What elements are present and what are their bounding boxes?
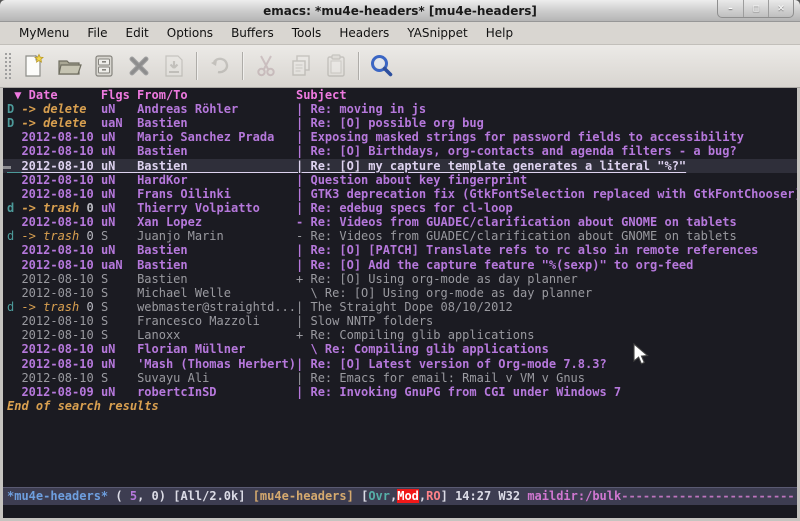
message-row[interactable]: 2012-08-10 uN 'Mash (Thomas Herbert)| Re… bbox=[3, 357, 797, 371]
new-document-icon bbox=[21, 53, 47, 79]
new-document-button[interactable] bbox=[16, 49, 51, 83]
modeline-segment: [All/2.0k] bbox=[173, 489, 252, 503]
headers-buffer: ▼ Date Flgs From/To Subject D -> delete … bbox=[3, 88, 797, 487]
close-buffer-icon bbox=[126, 53, 152, 79]
modeline-segment: , bbox=[137, 489, 151, 503]
message-row[interactable]: 2012-08-10 uaN Bastien | Re: [O] Add the… bbox=[3, 258, 797, 272]
open-folder-icon bbox=[56, 53, 82, 79]
modeline-segment: [mu4e-headers] bbox=[253, 489, 361, 503]
modeline-segment: 5 bbox=[130, 489, 137, 503]
undo-icon bbox=[207, 53, 233, 79]
message-row[interactable]: 2012-08-10 uN Bastien | Re: [O] Birthday… bbox=[3, 144, 797, 158]
menu-help[interactable]: Help bbox=[477, 23, 522, 43]
message-list: D -> delete uN Andreas Röhler | Re: movi… bbox=[3, 102, 797, 399]
menu-tools[interactable]: Tools bbox=[283, 23, 331, 43]
toolbar-grip[interactable] bbox=[3, 51, 12, 81]
close-buffer-button[interactable] bbox=[121, 49, 156, 83]
message-row[interactable]: d -> trash 0 S webmaster@straightd...| T… bbox=[3, 300, 797, 314]
modeline-segment: ) bbox=[159, 489, 173, 503]
message-row[interactable]: 2012-08-10 S Lanoxx + Re: Compiling glib… bbox=[3, 328, 797, 342]
undo-button[interactable] bbox=[202, 49, 237, 83]
message-row[interactable]: d -> trash 0 S Juanjo Marin - Re: Videos… bbox=[3, 229, 797, 243]
modeline-segment: ------------------------ bbox=[621, 489, 794, 503]
modeline-segment: 0 bbox=[152, 489, 159, 503]
fringe-indicator bbox=[3, 166, 11, 169]
toolbar bbox=[0, 45, 800, 88]
header-line[interactable]: ▼ Date Flgs From/To Subject bbox=[3, 88, 797, 102]
message-row[interactable]: 2012-08-10 uN Frans Oilinki | GTK3 depre… bbox=[3, 187, 797, 201]
modeline-segment: maildir:/bulk bbox=[527, 489, 621, 503]
save-buffer-icon bbox=[91, 53, 117, 79]
message-row[interactable]: 2012-08-10 S Michael Welle \ Re: [O] Usi… bbox=[3, 286, 797, 300]
message-row[interactable]: D -> delete uaN Bastien | Re: [O] possib… bbox=[3, 116, 797, 130]
message-row[interactable]: 2012-08-10 uN Bastien | Re: [O] my captu… bbox=[3, 159, 797, 173]
modeline-segment: RO bbox=[426, 489, 440, 503]
message-row[interactable]: 2012-08-10 uN Bastien | Re: [O] [PATCH] … bbox=[3, 243, 797, 257]
message-row[interactable]: 2012-08-10 S Bastien + Re: [O] Using org… bbox=[3, 272, 797, 286]
title-bar[interactable]: emacs: *mu4e-headers* [mu4e-headers] – ◻… bbox=[0, 0, 800, 22]
emacs-window: emacs: *mu4e-headers* [mu4e-headers] – ◻… bbox=[0, 0, 800, 521]
toolbar-separator bbox=[242, 52, 243, 80]
message-row[interactable]: 2012-08-10 uN HardKor | Question about k… bbox=[3, 173, 797, 187]
modeline-segment: ] bbox=[441, 489, 455, 503]
message-row[interactable]: 2012-08-10 uN Xan Lopez - Re: Videos fro… bbox=[3, 215, 797, 229]
save-buffer-button[interactable] bbox=[86, 49, 121, 83]
cut-icon bbox=[253, 53, 279, 79]
paste-icon bbox=[323, 53, 349, 79]
message-row[interactable]: D -> delete uN Andreas Röhler | Re: movi… bbox=[3, 102, 797, 116]
end-of-results: End of search results bbox=[3, 399, 797, 413]
search-icon bbox=[369, 53, 395, 79]
paste-button[interactable] bbox=[318, 49, 353, 83]
toolbar-separator bbox=[358, 52, 359, 80]
message-row[interactable]: 2012-08-10 S Francesco Mazzoli | Slow NN… bbox=[3, 314, 797, 328]
maximize-button[interactable]: ◻ bbox=[743, 0, 768, 17]
window-title: emacs: *mu4e-headers* [mu4e-headers] bbox=[263, 4, 537, 18]
echo-area[interactable] bbox=[3, 505, 797, 518]
menu-yasnippet[interactable]: YASnippet bbox=[398, 23, 477, 43]
menu-file[interactable]: File bbox=[78, 23, 116, 43]
minimize-button[interactable]: – bbox=[718, 0, 743, 17]
message-row[interactable]: d -> trash 0 uN Thierry Volpiatto | Re: … bbox=[3, 201, 797, 215]
close-button[interactable]: ✕ bbox=[768, 0, 793, 17]
window-controls: – ◻ ✕ bbox=[717, 0, 794, 18]
menu-buffers[interactable]: Buffers bbox=[222, 23, 283, 43]
menu-bar: MyMenuFileEditOptionsBuffersToolsHeaders… bbox=[0, 22, 800, 45]
modeline-segment: Ovr bbox=[368, 489, 390, 503]
cut-button[interactable] bbox=[248, 49, 283, 83]
toolbar-separator bbox=[196, 52, 197, 80]
message-row[interactable]: 2012-08-10 uN Mario Sanchez Prada | Expo… bbox=[3, 130, 797, 144]
search-button[interactable] bbox=[364, 49, 399, 83]
copy-icon bbox=[288, 53, 314, 79]
mode-line: *mu4e-headers* ( 5, 0) [All/2.0k] [mu4e-… bbox=[3, 487, 797, 505]
save-as-icon bbox=[161, 53, 187, 79]
modeline-segment: ( bbox=[108, 489, 130, 503]
message-row[interactable]: 2012-08-10 S Suvayu Ali | Re: Emacs for … bbox=[3, 371, 797, 385]
open-folder-button[interactable] bbox=[51, 49, 86, 83]
modeline-segment: Mod bbox=[397, 489, 419, 503]
modeline-segment: *mu4e-headers* bbox=[7, 489, 108, 503]
menu-edit[interactable]: Edit bbox=[117, 23, 158, 43]
message-row[interactable]: 2012-08-09 uN robertcInSD | Re: Invoking… bbox=[3, 385, 797, 399]
menu-headers[interactable]: Headers bbox=[330, 23, 398, 43]
save-as-button[interactable] bbox=[156, 49, 191, 83]
message-row[interactable]: 2012-08-10 uN Florian Müllner \ Re: Comp… bbox=[3, 342, 797, 356]
menu-options[interactable]: Options bbox=[158, 23, 222, 43]
menu-mymenu[interactable]: MyMenu bbox=[10, 23, 78, 43]
copy-button[interactable] bbox=[283, 49, 318, 83]
modeline-segment: 14:27 W32 bbox=[455, 489, 527, 503]
